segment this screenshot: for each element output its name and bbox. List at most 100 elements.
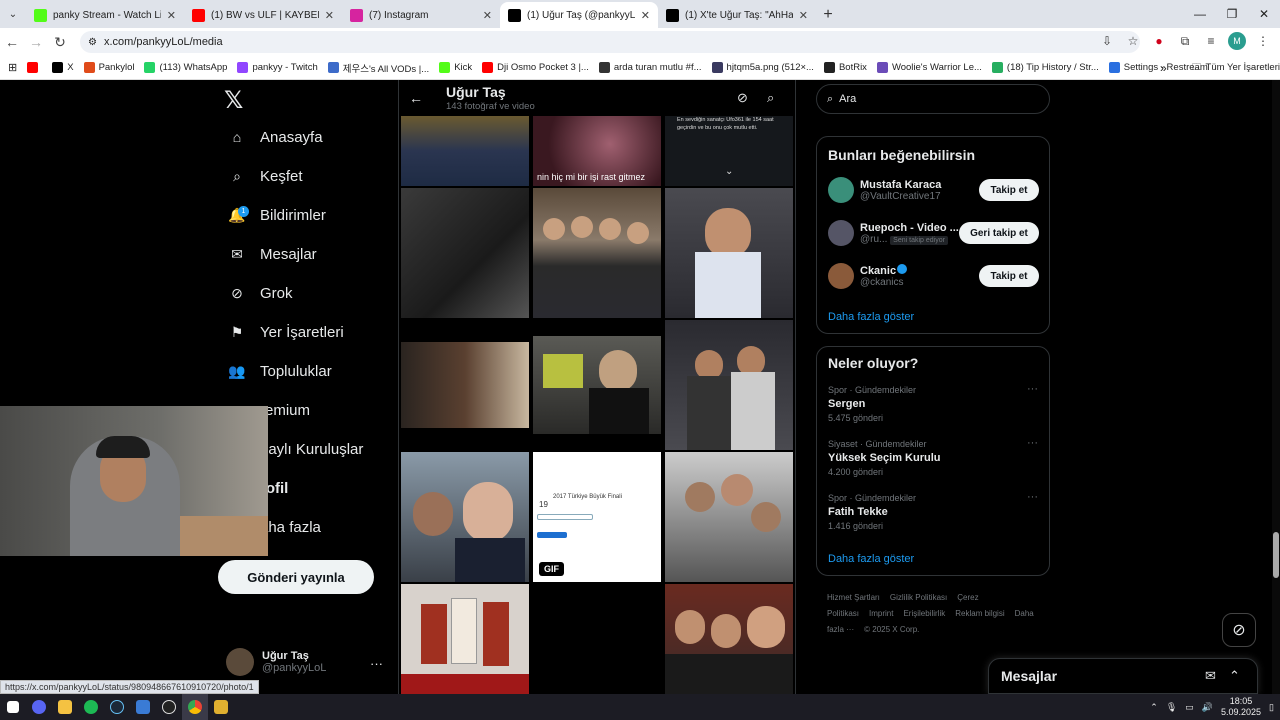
file-explorer-icon[interactable] xyxy=(52,694,78,720)
nav-item-grok[interactable]: ⊘ Grok xyxy=(228,284,292,302)
x-logo-icon[interactable]: 𝕏 xyxy=(224,86,243,114)
network-icon[interactable]: ▭ xyxy=(1185,702,1194,713)
post-button[interactable]: Gönderi yayınla xyxy=(218,560,374,594)
show-more-trends-link[interactable]: Daha fazla göster xyxy=(828,553,914,565)
search-input[interactable]: ⌕ Ara xyxy=(816,84,1050,114)
scrollbar-thumb[interactable] xyxy=(1273,532,1279,578)
volume-icon[interactable]: 🔊 xyxy=(1202,702,1213,713)
show-more-follow-link[interactable]: Daha fazla göster xyxy=(828,311,914,323)
bookmark-item[interactable]: 제우스's All VODs |... xyxy=(327,61,429,75)
search-icon[interactable]: ⌕ xyxy=(767,90,774,106)
bookmark-item[interactable]: Kick xyxy=(439,61,472,75)
maximize-icon[interactable]: ❐ xyxy=(1216,0,1248,28)
bookmark-item[interactable]: arda turan mutlu #f... xyxy=(598,61,702,75)
bookmark-star-icon[interactable]: ☆ xyxy=(1124,32,1142,50)
follow-button[interactable]: Geri takip et xyxy=(959,222,1039,244)
trend-item[interactable]: Spor · Gündemdekiler Fatih Tekke 1.416 gön… xyxy=(828,493,916,531)
notifications-icon[interactable]: ▯ xyxy=(1269,702,1274,713)
follow-suggestion[interactable]: Ruepoch - Video ... @ru... Seni takip edi… xyxy=(828,220,959,246)
nav-item-search[interactable]: ⌕ Keşfet xyxy=(228,167,302,185)
tab-search-button[interactable]: ⌄ xyxy=(0,0,26,28)
url-bar[interactable]: ⚙ x.com/pankyyLoL/media xyxy=(80,31,1140,53)
media-tile[interactable] xyxy=(665,584,793,694)
new-tab-button[interactable]: + xyxy=(816,2,840,28)
microphone-icon[interactable]: 🎙 xyxy=(1166,702,1177,713)
clock[interactable]: 18:05 5.09.2025 xyxy=(1221,696,1261,718)
back-icon[interactable]: ← xyxy=(0,34,24,50)
obs-icon[interactable] xyxy=(156,694,182,720)
tab-close-icon[interactable]: ✕ xyxy=(325,9,334,22)
bookmark-item[interactable]: pankyy - Twitch xyxy=(237,61,318,75)
profile-avatar-icon[interactable]: M xyxy=(1228,32,1246,50)
messages-drawer[interactable]: Mesajlar ✉ ⌃ xyxy=(988,658,1258,694)
media-tile[interactable] xyxy=(533,188,661,318)
tab-close-icon[interactable]: ✕ xyxy=(167,9,176,22)
media-tile[interactable] xyxy=(665,320,793,450)
tab-close-icon[interactable]: ✕ xyxy=(483,9,492,22)
apps-grid-icon[interactable]: ⊞ xyxy=(8,61,17,74)
bookmark-item[interactable]: hjtqm5a.png (512×... xyxy=(711,61,814,75)
bookmark-item[interactable]: Woolie's Warrior Le... xyxy=(876,61,982,75)
expand-chevron-icon[interactable]: ⌃ xyxy=(1229,668,1240,684)
bookmark-item[interactable]: (113) WhatsApp xyxy=(144,61,227,75)
nav-item-bookmark[interactable]: ⚑ Yer İşaretleri xyxy=(228,323,344,341)
media-control-icon[interactable]: ≡ xyxy=(1202,32,1220,50)
account-more-icon[interactable]: ··· xyxy=(370,656,383,671)
tab-close-icon[interactable]: ✕ xyxy=(799,9,808,22)
footer-link[interactable]: Reklam bilgisi xyxy=(955,609,1004,618)
follow-button[interactable]: Takip et xyxy=(979,265,1039,287)
start-icon[interactable] xyxy=(0,694,26,720)
close-window-icon[interactable]: ✕ xyxy=(1248,0,1280,28)
media-tile[interactable] xyxy=(533,336,661,434)
site-info-icon[interactable]: ⚙ xyxy=(88,37,97,48)
footer-link[interactable]: Imprint xyxy=(869,609,893,618)
footer-link[interactable]: Gizlilik Politikası xyxy=(890,593,947,602)
back-arrow-icon[interactable]: ← xyxy=(409,90,423,106)
extension-icon[interactable]: ● xyxy=(1150,32,1168,50)
browser-tab[interactable]: (1) X'te Uğur Taş: "AhHahHahha ✕ xyxy=(658,2,816,28)
footer-link[interactable]: Erişilebilirlik xyxy=(903,609,945,618)
footer-link[interactable]: Hizmet Şartları xyxy=(827,593,880,602)
bookmark-item[interactable]: Pankylol xyxy=(83,61,134,75)
nav-item-communities[interactable]: 👥 Topluluklar xyxy=(228,362,331,380)
install-app-icon[interactable]: ⇩ xyxy=(1098,32,1116,50)
tray-expand-icon[interactable]: ⌃ xyxy=(1150,702,1158,713)
media-tile[interactable] xyxy=(401,584,529,694)
nav-item-home[interactable]: ⌂ Anasayfa xyxy=(228,128,323,146)
media-tile[interactable] xyxy=(665,188,793,318)
media-tile[interactable]: 19 2017 Türkiye Büyük Finali GIF xyxy=(533,452,661,582)
extensions-puzzle-icon[interactable]: ⧉ xyxy=(1176,32,1194,50)
app-icon[interactable] xyxy=(130,694,156,720)
media-tile[interactable] xyxy=(401,342,529,428)
trend-more-icon[interactable]: ··· xyxy=(1027,383,1038,395)
new-message-icon[interactable]: ✉ xyxy=(1205,668,1216,684)
media-tile[interactable] xyxy=(401,452,529,582)
menu-dots-icon[interactable]: ⋮ xyxy=(1254,32,1272,50)
spotify-icon[interactable] xyxy=(78,694,104,720)
media-tile[interactable] xyxy=(401,188,529,318)
bookmark-item[interactable]: X xyxy=(52,61,74,75)
bookmark-item[interactable]: BotRix xyxy=(823,61,867,75)
media-tile[interactable]: En sevdiğin sanatçı Ufo361 ile 154 saat … xyxy=(665,116,793,186)
browser-tab[interactable]: (7) Instagram ✕ xyxy=(342,2,500,28)
bookmarks-overflow-icon[interactable]: » xyxy=(1160,61,1167,75)
tab-close-icon[interactable]: ✕ xyxy=(641,9,650,22)
trend-more-icon[interactable]: ··· xyxy=(1027,437,1038,449)
browser-tab[interactable]: panky Stream - Watch Live on K ✕ xyxy=(26,2,184,28)
grok-icon[interactable]: ⊘ xyxy=(737,90,748,106)
forward-icon[interactable]: → xyxy=(24,34,48,50)
nav-item-mail[interactable]: ✉ Mesajlar xyxy=(228,245,317,263)
bookmark-item[interactable]: (18) Tip History / Str... xyxy=(991,61,1099,75)
reload-icon[interactable]: ↻ xyxy=(48,34,72,51)
all-bookmarks-folder[interactable]: 🗀 Tüm Yer İşaretleri xyxy=(1192,60,1280,76)
browser-tab[interactable]: (1) Uğur Taş (@pankyyLoL) adlı ✕ xyxy=(500,2,658,28)
grok-floating-icon[interactable]: ⊘ xyxy=(1222,613,1256,647)
follow-suggestion[interactable]: Mustafa Karaca @VaultCreative17 xyxy=(828,177,941,203)
steam-icon[interactable] xyxy=(104,694,130,720)
bookmark-item[interactable]: Dji Osmo Pocket 3 |... xyxy=(482,61,589,75)
trend-item[interactable]: Siyaset · Gündemdekiler Yüksek Seçim Kuru… xyxy=(828,439,941,477)
bookmark-item[interactable] xyxy=(27,61,42,75)
follow-suggestion[interactable]: Ckanic @ckanics xyxy=(828,263,904,289)
account-switcher[interactable]: Uğur Taş @pankyyLoL xyxy=(226,648,326,676)
app-icon[interactable] xyxy=(208,694,234,720)
